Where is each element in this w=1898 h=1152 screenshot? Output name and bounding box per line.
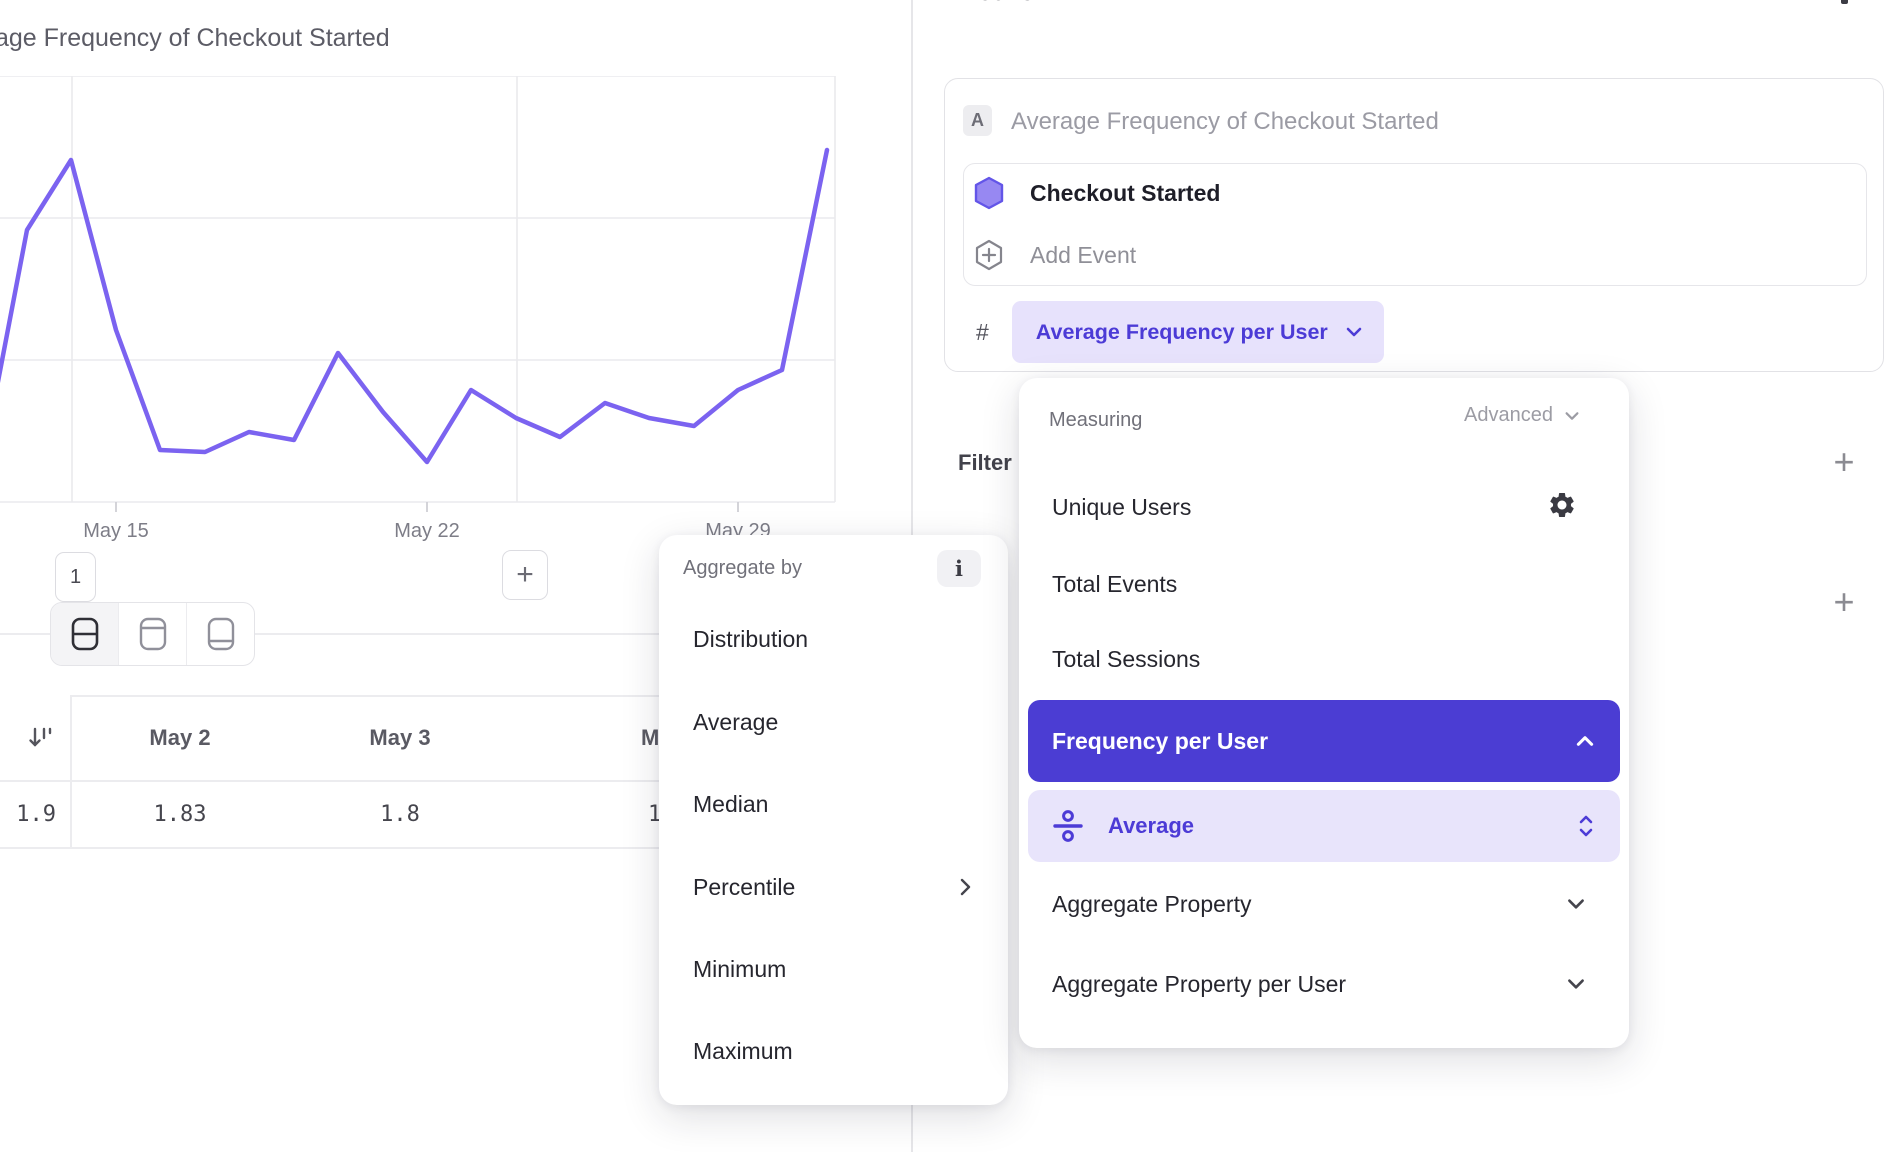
- chevron-up-icon: [1574, 730, 1596, 752]
- chevron-down-icon: [1563, 407, 1581, 425]
- event-row-checkout-started[interactable]: Checkout Started: [974, 176, 1220, 210]
- add-filter-button[interactable]: +: [1828, 446, 1860, 478]
- x-tick-label: May 22: [394, 520, 460, 543]
- sub-selected-label: Average: [1108, 813, 1194, 839]
- menu-item-median[interactable]: Median: [693, 791, 768, 818]
- truncated-add-metric-icon[interactable]: [1841, 0, 1848, 4]
- menu-item-aggregate-property[interactable]: Aggregate Property: [1052, 891, 1251, 918]
- panel-top-icon: [139, 617, 167, 651]
- chevron-down-icon: [1344, 322, 1364, 342]
- add-annotation-button[interactable]: +: [502, 550, 548, 600]
- menu-item-average-sub-selected[interactable]: Average: [1028, 790, 1620, 862]
- filter-section-heading: Filter: [958, 450, 1012, 476]
- table-cell-may-3: 1.8: [290, 780, 510, 848]
- metric-letter-badge[interactable]: A: [963, 105, 992, 136]
- measurement-dropdown-label: Average Frequency per User: [1036, 320, 1328, 345]
- event-hexagon-icon: [974, 176, 1004, 210]
- menu-item-unique-users[interactable]: Unique Users: [1052, 494, 1191, 521]
- advanced-label: Advanced: [1464, 404, 1553, 427]
- info-icon[interactable]: i: [937, 550, 981, 587]
- layout-panel-top-button[interactable]: [118, 603, 186, 665]
- table-sort-header[interactable]: [0, 695, 70, 780]
- interval-stepper-button[interactable]: 1: [55, 552, 96, 602]
- menu-item-total-sessions[interactable]: Total Sessions: [1052, 646, 1200, 673]
- add-event-hexagon-plus-icon: [974, 238, 1004, 272]
- x-tick-label: May 15: [83, 520, 149, 543]
- menu-item-total-events[interactable]: Total Events: [1052, 571, 1177, 598]
- aggregate-by-menu: Aggregate by i Distribution Average Medi…: [659, 535, 1008, 1105]
- results-table: May 2 May 3 M 1.9 1.83 1.8 1: [0, 695, 730, 850]
- event-name: Checkout Started: [1030, 180, 1220, 207]
- gear-icon[interactable]: [1547, 490, 1577, 520]
- measuring-menu: Measuring Advanced Unique Users Total Ev…: [1019, 378, 1629, 1048]
- frequency-line-chart[interactable]: [0, 76, 845, 516]
- frequency-chart-svg: [0, 76, 845, 516]
- table-cell-may-2: 1.83: [70, 780, 290, 848]
- chevron-right-icon: [954, 876, 976, 898]
- metric-card: A Average Frequency of Checkout Started …: [944, 78, 1884, 372]
- panel-bottom-icon: [207, 617, 235, 651]
- metric-title[interactable]: Average Frequency of Checkout Started: [1011, 108, 1439, 136]
- split-horizontal-icon: [71, 617, 99, 651]
- event-card: Checkout Started Add Event: [963, 163, 1867, 286]
- division-average-icon: [1050, 808, 1086, 844]
- metric-section-heading: Metric: [955, 0, 1035, 7]
- menu-item-maximum[interactable]: Maximum: [693, 1038, 793, 1065]
- measurement-dropdown-button[interactable]: Average Frequency per User: [1012, 301, 1384, 363]
- sort-descending-icon: [26, 723, 56, 753]
- menu-item-frequency-per-user-selected[interactable]: Frequency per User: [1028, 700, 1620, 782]
- menu-item-percentile[interactable]: Percentile: [693, 874, 795, 901]
- add-event-button[interactable]: Add Event: [974, 238, 1136, 272]
- advanced-mode-toggle[interactable]: Advanced: [1464, 404, 1581, 427]
- aggregate-by-header: Aggregate by: [683, 557, 802, 580]
- measurement-row: # Average Frequency per User: [976, 301, 1384, 363]
- add-breakdown-button[interactable]: +: [1828, 586, 1860, 618]
- layout-split-horizontal-button[interactable]: [51, 603, 118, 665]
- measuring-header: Measuring: [1049, 409, 1142, 432]
- table-cell-truncated-left: 1.9: [0, 780, 70, 848]
- chevron-up-down-icon: [1576, 813, 1596, 839]
- layout-toggle-group: [50, 602, 255, 666]
- hash-prefix: #: [976, 319, 989, 346]
- menu-item-aggregate-property-per-user[interactable]: Aggregate Property per User: [1052, 971, 1346, 998]
- table-header-may-2[interactable]: May 2: [70, 695, 290, 780]
- chart-title: Average Frequency of Checkout Started: [0, 24, 390, 53]
- chevron-down-icon: [1565, 893, 1587, 915]
- selected-item-label: Frequency per User: [1052, 728, 1268, 755]
- menu-item-distribution[interactable]: Distribution: [693, 626, 808, 653]
- layout-panel-bottom-button[interactable]: [186, 603, 254, 665]
- menu-item-minimum[interactable]: Minimum: [693, 956, 786, 983]
- table-header-may-3[interactable]: May 3: [290, 695, 510, 780]
- chevron-down-icon: [1565, 973, 1587, 995]
- menu-item-average[interactable]: Average: [693, 709, 778, 736]
- add-event-label: Add Event: [1030, 242, 1136, 269]
